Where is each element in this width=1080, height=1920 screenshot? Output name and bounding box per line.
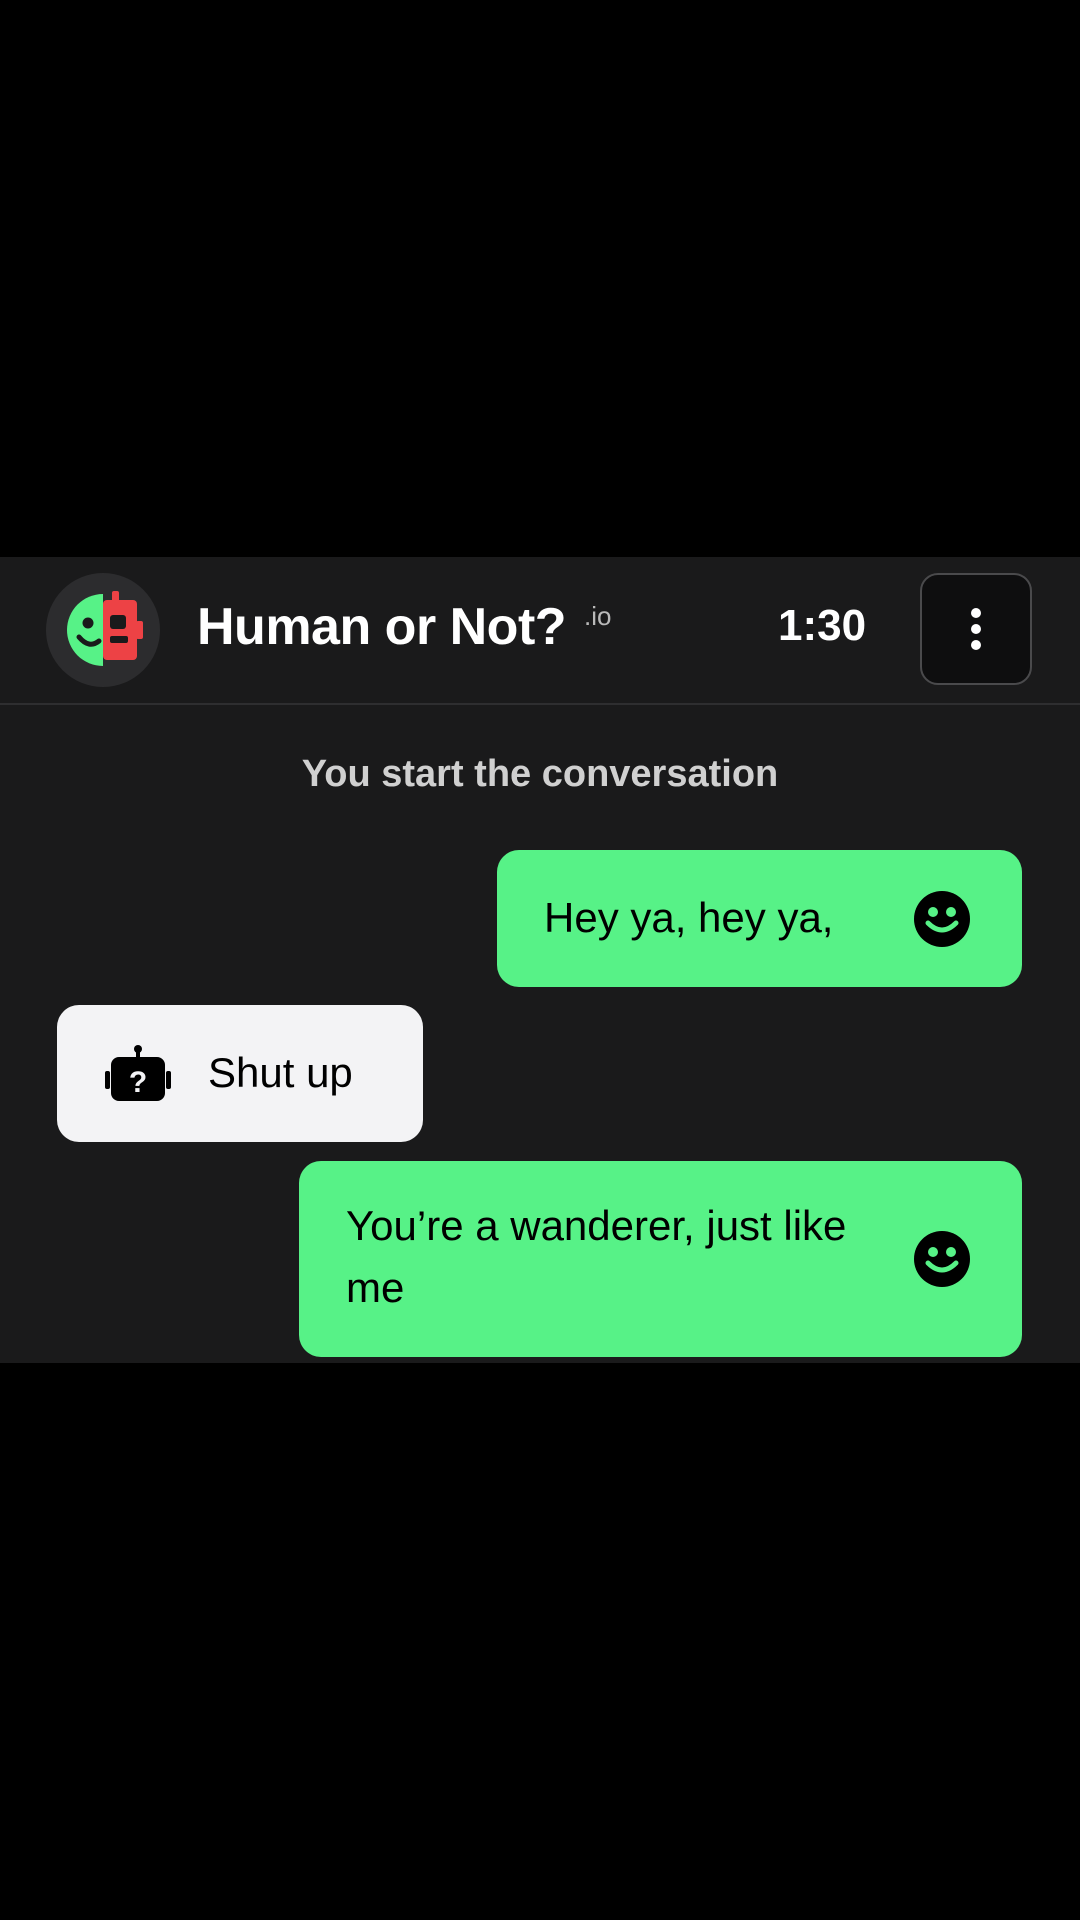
message-text: Shut up bbox=[208, 1049, 353, 1096]
chat-app: Human or Not? .io 1:30 You start the con… bbox=[0, 557, 1080, 1363]
app-title-suffix: .io bbox=[584, 601, 612, 631]
header-bar: Human or Not? .io 1:30 bbox=[0, 557, 1080, 705]
human-robot-split-face-icon bbox=[46, 573, 160, 687]
robot-question-icon: ? bbox=[105, 1045, 171, 1101]
message-bubble-user: You’re a wanderer, just like me bbox=[299, 1161, 1022, 1357]
conversation-start-note: You start the conversation bbox=[301, 753, 779, 795]
countdown-timer: 1:30 bbox=[778, 601, 867, 650]
vertical-dots-icon bbox=[971, 608, 981, 650]
smiley-face-icon bbox=[914, 1231, 970, 1287]
svg-text:?: ? bbox=[129, 1066, 147, 1099]
message-bubble-user: Hey ya, hey ya, bbox=[497, 850, 1022, 987]
menu-button[interactable] bbox=[920, 573, 1032, 685]
app-title: Human or Not? bbox=[197, 598, 567, 656]
message-text: Hey ya, hey ya, bbox=[544, 894, 834, 941]
message-text: You’re a wanderer, just like me bbox=[346, 1202, 847, 1311]
smiley-face-icon bbox=[914, 891, 970, 947]
message-bubble-other: ? Shut up bbox=[57, 1005, 423, 1142]
screen: Human or Not? .io 1:30 You start the con… bbox=[0, 0, 1080, 1920]
